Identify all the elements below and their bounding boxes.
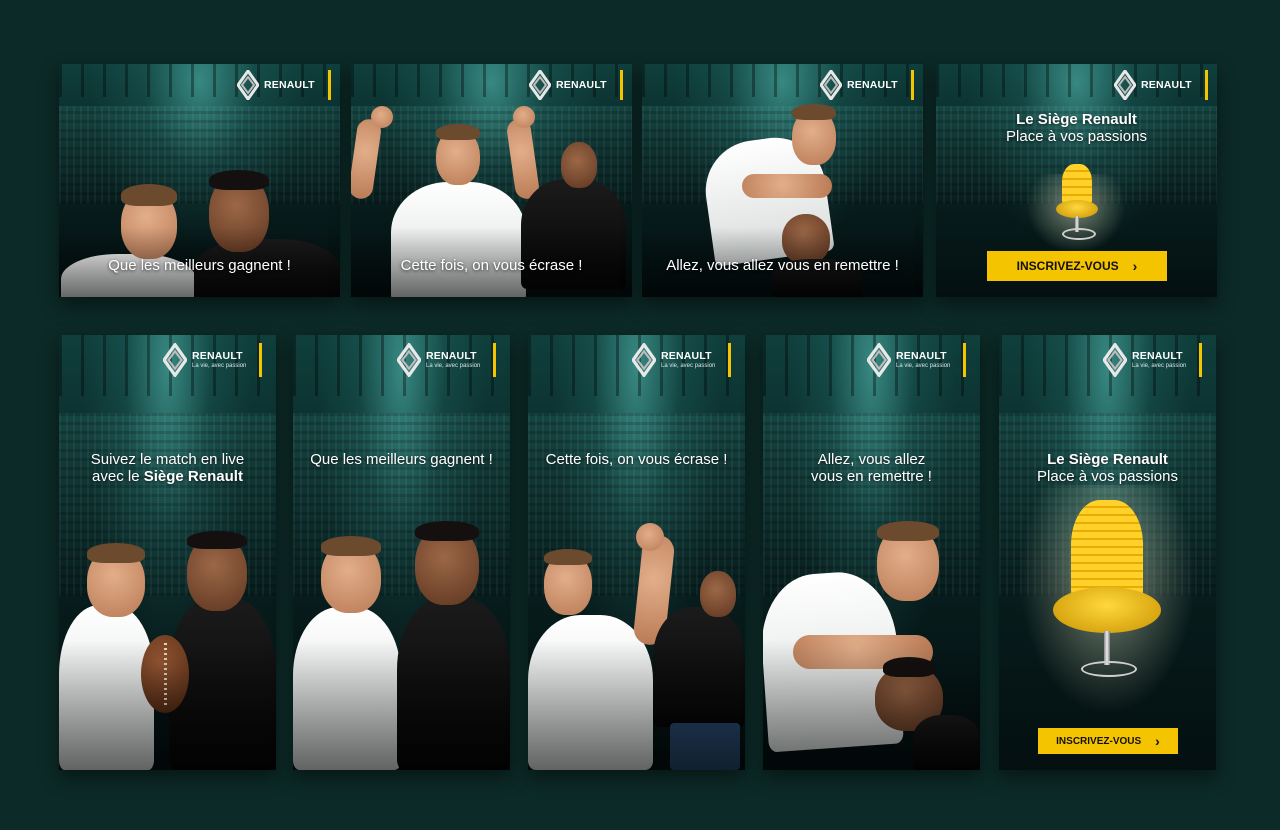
banner-tall-2[interactable]: RENAULT La vie, avec passion Que les meil…: [293, 335, 510, 770]
accent-bar: [1204, 70, 1208, 100]
accent-bar: [963, 343, 967, 377]
caption-line-1: Suivez le match en live: [90, 451, 245, 468]
banner-tall-5[interactable]: RENAULT La vie, avec passion Le Siège Ren…: [999, 335, 1216, 770]
chevron-right-icon: ›: [1132, 258, 1138, 274]
brand-name: RENAULT: [1132, 349, 1183, 362]
banner-tall-1[interactable]: RENAULT La vie, avec passion Suivez le ma…: [59, 335, 276, 770]
renault-logo: RENAULT: [1114, 70, 1208, 100]
renault-diamond-icon: [632, 343, 656, 377]
renault-logo: RENAULT La vie, avec passion: [163, 343, 263, 377]
seat-subtitle: Place à vos passions: [1006, 128, 1147, 145]
seat-title: Le Siège Renault: [1047, 451, 1168, 468]
field-shade: [763, 639, 980, 770]
brand-tagline: La vie, avec passion: [192, 363, 247, 370]
accent-bar: [1199, 343, 1203, 377]
banner-tall-4[interactable]: RENAULT La vie, avec passion Allez, vous …: [763, 335, 980, 770]
banner-caption: Que les meilleurs gagnent !: [310, 451, 493, 468]
signup-button-label: INSCRIVEZ-VOUS: [1016, 259, 1119, 273]
brand-name: RENAULT: [556, 78, 607, 91]
accent-bar: [728, 343, 732, 377]
caption-line-2-bold: Siège Renault: [143, 468, 243, 485]
stadium-stands: [763, 413, 980, 596]
banner-caption: Cette fois, on vous écrase !: [545, 451, 728, 468]
brand-tagline: La vie, avec passion: [661, 363, 716, 370]
renault-diamond-icon: [820, 70, 842, 100]
renault-logo: RENAULT: [820, 70, 914, 100]
renault-logo: RENAULT: [237, 70, 331, 100]
renault-logo: RENAULT La vie, avec passion: [1103, 343, 1203, 377]
accent-bar: [327, 70, 331, 100]
chevron-right-icon: ›: [1155, 733, 1160, 749]
renault-diamond-icon: [1103, 343, 1127, 377]
banner-caption: Que les meilleurs gagnent !: [108, 257, 291, 274]
seat-title: Le Siège Renault: [1016, 111, 1137, 128]
banner-caption: Suivez le match en live avec le Siège Re…: [59, 451, 276, 485]
banner-square-3[interactable]: RENAULT Allez, vous allez vous en remett…: [642, 64, 923, 297]
banner-square-2[interactable]: RENAULT Cette fois, on vous écrase !: [351, 64, 632, 297]
banner-caption: Allez, vous allez vous en remettre !: [763, 451, 980, 485]
brand-tagline: La vie, avec passion: [1132, 363, 1187, 370]
accent-bar: [910, 70, 914, 100]
brand-name: RENAULT: [661, 349, 712, 362]
banner-square-1[interactable]: RENAULT Que les meilleurs gagnent !: [59, 64, 340, 297]
banner-title: Le Siège Renault Place à vos passions: [999, 451, 1216, 485]
brand-tagline: La vie, avec passion: [896, 363, 951, 370]
brand-name: RENAULT: [847, 78, 898, 91]
brand-name: RENAULT: [192, 349, 243, 362]
banner-caption: Cette fois, on vous écrase !: [400, 257, 583, 274]
caption-line-1: Allez, vous allez: [817, 451, 926, 468]
renault-diamond-icon: [1114, 70, 1136, 100]
field-shade: [59, 639, 276, 770]
signup-button-label: INSCRIVEZ-VOUS: [1056, 735, 1142, 747]
renault-logo: RENAULT: [529, 70, 623, 100]
brand-name: RENAULT: [896, 349, 947, 362]
banner-square-4[interactable]: RENAULT Le Siège Renault Place à vos pas…: [936, 64, 1217, 297]
renault-diamond-icon: [529, 70, 551, 100]
accent-bar: [619, 70, 623, 100]
brand-name: RENAULT: [426, 349, 477, 362]
renault-diamond-icon: [163, 343, 187, 377]
seat-subtitle: Place à vos passions: [1037, 468, 1178, 485]
renault-logo: RENAULT La vie, avec passion: [632, 343, 732, 377]
accent-bar: [259, 343, 263, 377]
accent-bar: [493, 343, 497, 377]
field-shade: [528, 639, 745, 770]
brand-name: RENAULT: [1141, 78, 1192, 91]
signup-button[interactable]: INSCRIVEZ-VOUS ›: [987, 251, 1167, 281]
banner-tall-3[interactable]: RENAULT La vie, avec passion Cette fois, …: [528, 335, 745, 770]
caption-line-2: vous en remettre !: [811, 468, 932, 485]
renault-diamond-icon: [237, 70, 259, 100]
renault-diamond-icon: [867, 343, 891, 377]
caption-line-2-prefix: avec le: [92, 468, 144, 485]
field-shade: [293, 639, 510, 770]
banner-title: Le Siège Renault Place à vos passions: [936, 111, 1217, 145]
brand-name: RENAULT: [264, 78, 315, 91]
renault-logo: RENAULT La vie, avec passion: [397, 343, 497, 377]
renault-logo: RENAULT La vie, avec passion: [867, 343, 967, 377]
brand-tagline: La vie, avec passion: [426, 363, 481, 370]
signup-button[interactable]: INSCRIVEZ-VOUS ›: [1038, 728, 1178, 754]
stadium-stands: [59, 105, 340, 204]
renault-diamond-icon: [397, 343, 421, 377]
banner-caption: Allez, vous allez vous en remettre !: [666, 257, 899, 274]
